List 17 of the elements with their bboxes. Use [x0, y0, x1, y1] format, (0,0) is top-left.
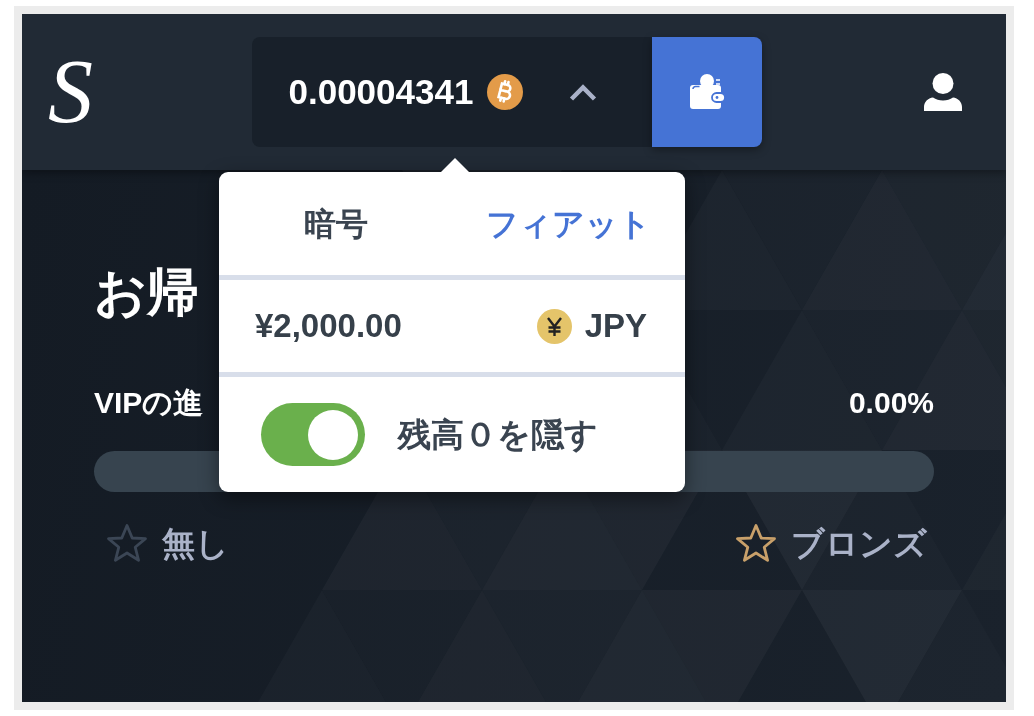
wallet-icon — [687, 73, 726, 111]
currency-type-tab[interactable]: 暗号 — [219, 172, 452, 275]
logo[interactable]: S — [48, 47, 93, 137]
vip-tier-name: 無し — [162, 523, 229, 564]
yen-coin-icon — [536, 308, 572, 344]
balance-dropdown-button[interactable]: 0.00004341 — [251, 37, 652, 147]
wallet-button[interactable] — [651, 37, 762, 147]
fiat-balance: ¥2,000.00 — [255, 306, 402, 347]
currency-code: JPY — [584, 306, 647, 347]
welcome-heading: お帰 — [94, 262, 199, 323]
user-icon[interactable] — [923, 73, 963, 111]
currency-type-tab[interactable]: フィアット — [452, 172, 685, 275]
vip-progress-percent: 0.00% — [848, 385, 934, 422]
vip-progress-label: VIPの進 — [94, 385, 204, 422]
hide-zero-label: 残高０を隠す — [398, 414, 598, 455]
vip-tier-name: ブロンズ — [791, 523, 927, 564]
bitcoin-icon — [487, 74, 524, 110]
